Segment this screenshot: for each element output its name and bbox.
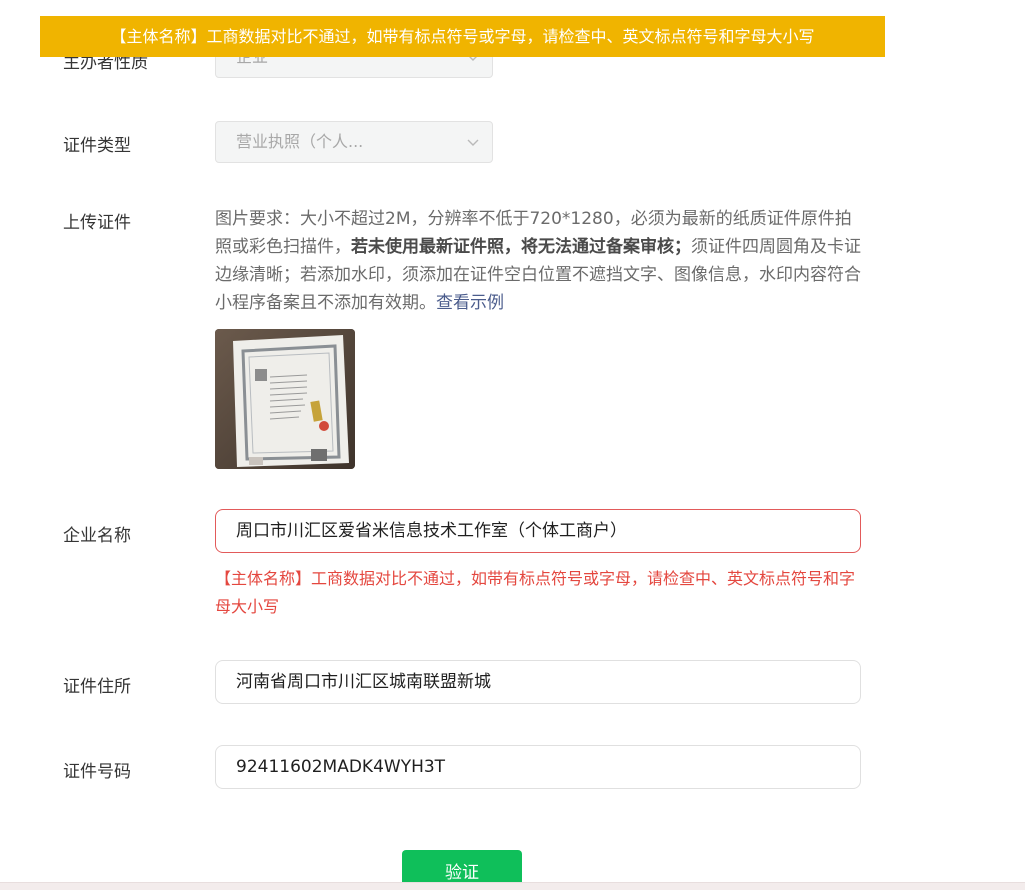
cert-number-label: 证件号码	[63, 762, 131, 782]
license-photo	[215, 329, 355, 469]
upload-requirements: 图片要求：大小不超过2M，分辨率不低于720*1280，必须为最新的纸质证件原件…	[215, 205, 867, 317]
company-name-error: 【主体名称】工商数据对比不通过，如带有标点符号或字母，请检查中、英文标点符号和字…	[215, 569, 856, 616]
error-toast: 【主体名称】工商数据对比不通过，如带有标点符号或字母，请检查中、英文标点符号和字…	[40, 16, 885, 57]
company-name-value: 周口市川汇区爱省米信息技术工作室（个体工商户）	[236, 521, 627, 541]
upload-label: 上传证件	[63, 213, 131, 233]
company-name-input[interactable]: 周口市川汇区爱省米信息技术工作室（个体工商户）	[215, 509, 861, 553]
uploaded-license-image[interactable]	[215, 329, 355, 469]
address-label: 证件住所	[63, 677, 131, 697]
address-input[interactable]: 河南省周口市川汇区城南联盟新城	[215, 660, 861, 704]
cert-type-value: 营业执照（个人...	[236, 132, 364, 151]
cert-type-label: 证件类型	[63, 136, 131, 156]
chevron-down-icon	[467, 139, 479, 146]
address-value: 河南省周口市川汇区城南联盟新城	[236, 672, 491, 692]
bottom-bar	[0, 882, 1025, 890]
view-example-link[interactable]: 查看示例	[436, 293, 504, 313]
page: 【主体名称】工商数据对比不通过，如带有标点符号或字母，请检查中、英文标点符号和字…	[0, 0, 1025, 890]
company-name-label: 企业名称	[63, 526, 131, 546]
upload-desc-bold: 若未使用最新证件照，将无法通过备案审核；	[351, 237, 691, 257]
cert-type-select[interactable]: 营业执照（个人...	[215, 121, 493, 163]
cert-number-input[interactable]: 92411602MADK4WYH3T	[215, 745, 861, 789]
cert-number-value: 92411602MADK4WYH3T	[236, 757, 446, 777]
